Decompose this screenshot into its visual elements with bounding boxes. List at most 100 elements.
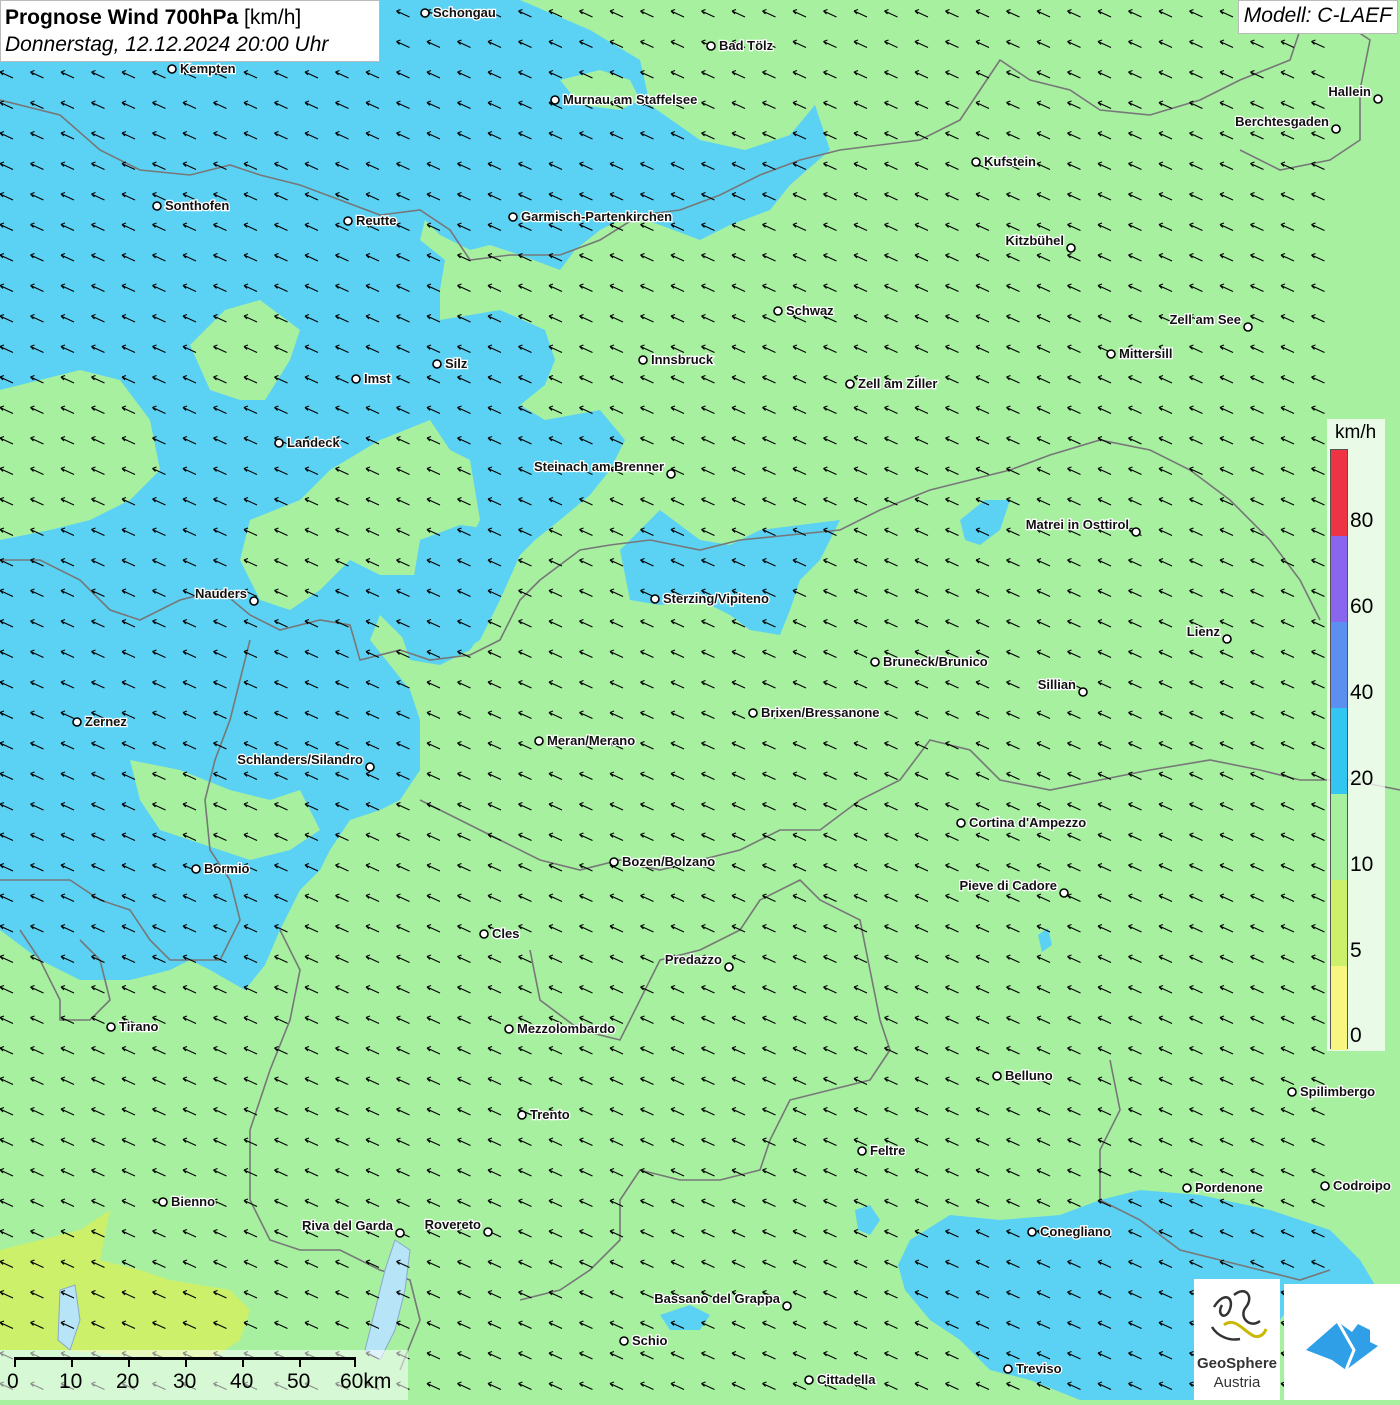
city-label: Spilimbergo — [1300, 1084, 1375, 1099]
city-marker: Brixen/Bressanone — [748, 704, 881, 721]
city-dot — [351, 374, 361, 384]
city-label: Innsbruck — [651, 352, 714, 367]
city-dot — [992, 1071, 1002, 1081]
city-marker: Bozen/Bolzano — [609, 853, 716, 870]
legend-class-40 — [1331, 622, 1347, 708]
legend-class-60 — [1331, 536, 1347, 622]
city-dot — [517, 1110, 527, 1120]
city-label: Schwaz — [786, 303, 834, 318]
city-label: Sterzing/Vipiteno — [663, 591, 769, 606]
city-label: Sillian — [1038, 677, 1076, 692]
city-dot — [857, 1146, 867, 1156]
legend-class-10 — [1331, 794, 1347, 880]
city-dot — [479, 929, 489, 939]
city-label: Mezzolombardo — [517, 1021, 615, 1036]
city-dot — [1320, 1181, 1330, 1191]
city-marker: Bruneck/Brunico — [870, 653, 989, 670]
city-dot — [971, 157, 981, 167]
city-marker: Murnau am Staffelsee — [550, 91, 699, 108]
map-title: Prognose Wind 700hPa [km/h] — [5, 4, 375, 32]
city-label: Cles — [492, 926, 519, 941]
city-dot — [619, 1336, 629, 1346]
city-marker: Garmisch-Partenkirchen — [508, 208, 673, 225]
city-label: Murnau am Staffelsee — [563, 92, 697, 107]
app-logo — [1284, 1284, 1400, 1400]
city-label: Belluno — [1005, 1068, 1053, 1083]
city-marker: Mezzolombardo — [504, 1020, 617, 1037]
city-dot — [609, 857, 619, 867]
city-dot — [158, 1197, 168, 1207]
city-label: Kempten — [180, 61, 236, 76]
city-label: Kufstein — [984, 154, 1036, 169]
city-dot — [1243, 322, 1253, 332]
city-label: Treviso — [1016, 1361, 1062, 1376]
city-marker: Pordenone — [1182, 1179, 1264, 1196]
city-label: Pordenone — [1195, 1180, 1263, 1195]
city-label: Bruneck/Brunico — [883, 654, 988, 669]
scale-label: 0 — [7, 1370, 19, 1393]
city-label: Cittadella — [817, 1372, 876, 1387]
city-dot — [534, 736, 544, 746]
city-dot — [1059, 888, 1069, 898]
city-dot — [638, 355, 648, 365]
scale-tick-mark — [71, 1357, 73, 1367]
city-dot — [706, 41, 716, 51]
city-label: Schio — [632, 1333, 667, 1348]
city-dot — [1003, 1364, 1013, 1374]
city-dot — [666, 469, 676, 479]
city-dot — [167, 64, 177, 74]
forecast-map: Schongau Bad Tölz Kempten Murnau am Staffel… — [0, 0, 1400, 1400]
city-dot — [724, 962, 734, 972]
city-label: Reutte — [356, 213, 396, 228]
city-label: Berchtesgaden — [1235, 114, 1329, 129]
scale-tick-mark — [185, 1357, 187, 1367]
map-title-unit: [km/h] — [244, 6, 302, 29]
city-label: Bozen/Bolzano — [622, 854, 715, 869]
city-label: Conegliano — [1040, 1224, 1111, 1239]
city-dot — [550, 95, 560, 105]
city-label: Bad Tölz — [719, 38, 774, 53]
city-label: Predazzo — [665, 952, 722, 967]
geosphere-logo: GeoSphere Austria — [1194, 1279, 1280, 1400]
city-dot — [1182, 1183, 1192, 1193]
city-dot — [274, 438, 284, 448]
city-label: Feltre — [870, 1143, 905, 1158]
city-label: Hallein — [1328, 84, 1371, 99]
city-dot — [773, 306, 783, 316]
city-dot — [804, 1375, 814, 1385]
city-dot — [508, 212, 518, 222]
scale-tick-mark — [242, 1357, 244, 1367]
city-label: Meran/Merano — [547, 733, 635, 748]
city-label: Rovereto — [425, 1217, 481, 1232]
city-dot — [483, 1227, 493, 1237]
scale-label: 30 — [173, 1370, 197, 1393]
city-dot — [1027, 1227, 1037, 1237]
legend-tick: 5 — [1350, 939, 1362, 962]
legend-unit: km/h — [1335, 422, 1377, 443]
scale-tick-mark — [354, 1357, 356, 1367]
city-dot — [1106, 349, 1116, 359]
map-title-main: Prognose Wind 700hPa — [5, 6, 239, 29]
city-label: Imst — [364, 371, 391, 386]
city-label: Landeck — [287, 435, 341, 450]
city-dot — [1078, 687, 1088, 697]
legend-class-5 — [1331, 880, 1347, 966]
city-dot — [748, 708, 758, 718]
city-dot — [432, 359, 442, 369]
city-dot — [191, 864, 201, 874]
geosphere-logo-country: Austria — [1213, 1374, 1261, 1391]
city-dot — [870, 657, 880, 667]
city-marker: Conegliano — [1027, 1223, 1112, 1240]
geosphere-logo-name: GeoSphere — [1196, 1355, 1278, 1372]
city-label: Zell am See — [1169, 312, 1241, 327]
city-dot — [343, 216, 353, 226]
city-dot — [420, 8, 430, 18]
city-label: Garmisch-Partenkirchen — [521, 209, 672, 224]
city-label: Mittersill — [1119, 346, 1172, 361]
city-label: Bormio — [204, 861, 250, 876]
city-marker: Spilimbergo — [1287, 1083, 1376, 1100]
city-label: Tirano — [119, 1019, 159, 1034]
legend-tick: 40 — [1350, 681, 1374, 704]
city-label: Trento — [530, 1107, 570, 1122]
city-dot — [650, 594, 660, 604]
